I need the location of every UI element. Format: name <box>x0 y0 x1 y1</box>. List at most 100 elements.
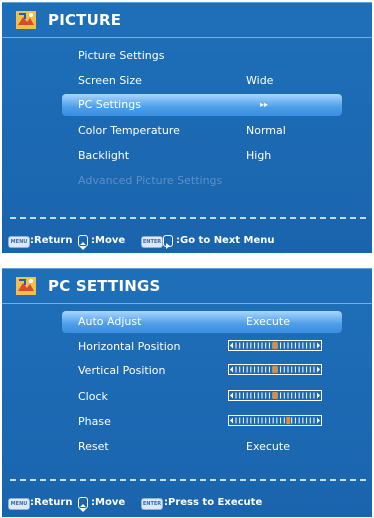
slider-thumb[interactable] <box>286 417 291 424</box>
slider-tick <box>250 417 252 424</box>
menu-item-pc-settings[interactable]: PC Settings ▸▸ <box>62 94 342 116</box>
slider-tick <box>280 342 282 349</box>
slider-tick <box>254 417 256 424</box>
move-hint: :Move <box>91 235 126 246</box>
slider-tick <box>280 417 282 424</box>
slider-tick <box>239 417 241 424</box>
menu-item-value: High <box>246 149 272 162</box>
slider-tick <box>291 392 293 399</box>
slider-tick <box>265 366 267 373</box>
slider-tick <box>280 366 282 373</box>
slider-tick <box>235 366 237 373</box>
slider-thumb[interactable] <box>273 366 277 373</box>
slider-tick <box>294 366 296 373</box>
menu-item-auto-adjust[interactable]: Auto Adjust Execute <box>62 311 342 333</box>
clock-slider[interactable] <box>228 390 322 401</box>
move-arrows-icon <box>78 497 88 512</box>
menu-item-reset[interactable]: Reset Execute <box>62 436 342 458</box>
slider-tick <box>276 417 278 424</box>
menu-item-horizontal-position[interactable]: Horizontal Position <box>62 336 342 358</box>
slider-left-arrow-icon <box>230 366 233 373</box>
slider-right-arrow-icon <box>317 342 320 349</box>
return-hint: :Return <box>30 235 73 246</box>
vertical-position-slider[interactable] <box>228 364 322 375</box>
slider-tick <box>298 392 300 399</box>
slider-tick <box>306 392 308 399</box>
divider <box>10 217 366 219</box>
right-arrow-icon <box>163 235 173 249</box>
menu-item-value: Execute <box>246 440 290 453</box>
enter-key-icon: ENTER <box>141 498 163 510</box>
menu-item-backlight[interactable]: Backlight High <box>62 145 342 167</box>
slider-tick <box>261 417 263 424</box>
slider-tick <box>283 342 285 349</box>
menu-item-vertical-position[interactable]: Vertical Position <box>62 360 342 382</box>
slider-tick <box>254 366 256 373</box>
menu-item-label: Horizontal Position <box>78 340 181 353</box>
menu-item-value: Wide <box>246 74 274 87</box>
menu-item-label: Reset <box>78 440 109 453</box>
menu-item-label: Vertical Position <box>78 364 166 377</box>
slider-tick <box>291 366 293 373</box>
picture-menu-title: PICTURE <box>48 11 122 29</box>
return-hint: :Return <box>30 497 73 508</box>
menu-key-icon: MENU <box>8 498 30 510</box>
slider-tick <box>309 366 311 373</box>
slider-tick <box>257 417 259 424</box>
menu-item-label: Clock <box>78 390 108 403</box>
menu-item-label: PC Settings <box>78 98 141 111</box>
slider-tick <box>298 417 300 424</box>
slider-tick <box>313 342 315 349</box>
slider-tick <box>246 366 248 373</box>
slider-tick <box>239 392 241 399</box>
menu-item-color-temperature[interactable]: Color Temperature Normal <box>62 120 342 142</box>
slider-tick <box>242 417 244 424</box>
menu-item-phase[interactable]: Phase <box>62 411 342 433</box>
slider-tick <box>283 366 285 373</box>
slider-tick <box>302 366 304 373</box>
menu-item-picture-settings[interactable]: Picture Settings <box>62 45 342 67</box>
slider-tick <box>239 342 241 349</box>
phase-slider[interactable] <box>228 415 322 426</box>
menu-item-label: Phase <box>78 415 111 428</box>
slider-tick <box>242 342 244 349</box>
slider-tick <box>257 366 259 373</box>
execute-hint: :Press to Execute <box>164 497 263 508</box>
slider-tick <box>268 366 270 373</box>
pc-settings-footer: MENU :Return :Move ENTER :Press to Execu… <box>2 494 372 514</box>
pc-settings-titlebar: PC SETTINGS <box>2 269 372 304</box>
move-hint: :Move <box>91 497 126 508</box>
slider-tick <box>235 392 237 399</box>
slider-tick <box>246 417 248 424</box>
slider-tick <box>298 342 300 349</box>
slider-tick <box>268 417 270 424</box>
slider-tick <box>287 342 289 349</box>
picture-menu-icon <box>16 11 36 29</box>
menu-item-label: Picture Settings <box>78 49 165 62</box>
slider-right-arrow-icon <box>317 417 320 424</box>
menu-item-value: Normal <box>246 124 286 137</box>
slider-tick <box>283 392 285 399</box>
slider-tick <box>250 392 252 399</box>
menu-item-screen-size[interactable]: Screen Size Wide <box>62 70 342 92</box>
slider-tick <box>254 342 256 349</box>
slider-track <box>230 342 320 349</box>
slider-tick <box>306 366 308 373</box>
slider-tick <box>291 417 293 424</box>
slider-tick <box>283 417 285 424</box>
slider-tick <box>287 366 289 373</box>
menu-item-label: Advanced Picture Settings <box>78 174 223 187</box>
slider-tick <box>261 366 263 373</box>
horizontal-position-slider[interactable] <box>228 340 322 351</box>
slider-right-arrow-icon <box>317 366 320 373</box>
slider-tick <box>250 342 252 349</box>
slider-track <box>230 417 320 424</box>
next-menu-hint: :Go to Next Menu <box>176 235 275 246</box>
menu-item-clock[interactable]: Clock <box>62 386 342 408</box>
slider-tick <box>313 366 315 373</box>
menu-item-advanced-picture-settings: Advanced Picture Settings <box>62 170 342 192</box>
slider-thumb[interactable] <box>273 342 277 349</box>
slider-tick <box>309 392 311 399</box>
slider-thumb[interactable] <box>273 392 277 399</box>
slider-tick <box>265 417 267 424</box>
